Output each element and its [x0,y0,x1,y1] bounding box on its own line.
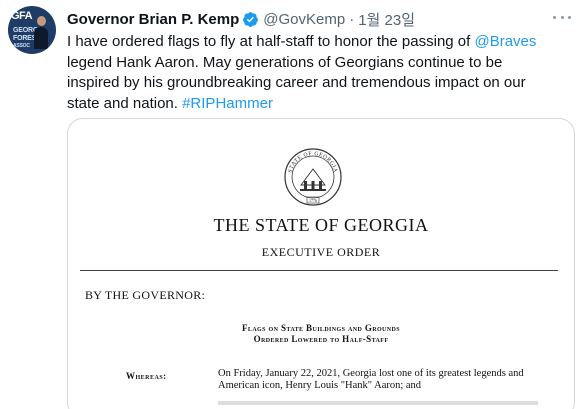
document-subtitle: EXECUTIVE ORDER [261,245,381,259]
author-name[interactable]: Governor Brian P. Kemp [67,11,239,28]
order-title: Flags on State Buildings and Grounds Ord… [68,323,574,345]
document-divider [80,270,558,271]
whereas-label: Whereas: [126,371,167,381]
verified-badge-icon [243,11,259,27]
tweet-header: Governor Brian P. Kemp @GovKemp · 1월 23일 [67,9,553,29]
avatar-person-figure [34,16,48,49]
seal-year: 1776 [309,198,317,203]
tweet-text-part2: legend Hank Aaron. May generations of Ge… [67,53,526,112]
avatar-logo-line3: ASSOC [13,43,30,49]
executive-order-document: STATE OF GEORGIA 1776 THE STATE OF GEORG… [68,119,574,409]
state-seal-icon: STATE OF GEORGIA 1776 [284,148,342,206]
tweet-date[interactable]: 1월 23일 [358,9,415,30]
order-title-line1: Flags on State Buildings and Grounds [242,323,400,333]
hashtag-link[interactable]: #RIPHammer [182,95,273,112]
document-byline: BY THE GOVERNOR: [85,288,206,302]
tweet-text: I have ordered flags to fly at half-staf… [67,32,555,114]
tweet-text-part1: I have ordered flags to fly at half-staf… [67,33,475,50]
document-cutoff-text [218,401,538,405]
header-separator: · [349,10,355,28]
more-options-icon[interactable] [553,10,571,24]
whereas-text: On Friday, January 22, 2021, Georgia los… [218,368,524,391]
document-title: THE STATE OF GEORGIA [213,215,429,235]
avatar[interactable]: GFA GEORGIA FOREST ASSOC [8,6,56,54]
seal-text: STATE OF GEORGIA [287,151,338,173]
mention-link[interactable]: @Braves [474,33,536,50]
order-title-line2: Ordered Lowered to Half-Staff [253,334,389,344]
tweet-image[interactable]: STATE OF GEORGIA 1776 THE STATE OF GEORG… [67,118,575,409]
author-handle[interactable]: @GovKemp [263,11,345,28]
svg-text:STATE OF GEORGIA: STATE OF GEORGIA [287,151,338,173]
avatar-logo-text: GFA [11,10,33,22]
